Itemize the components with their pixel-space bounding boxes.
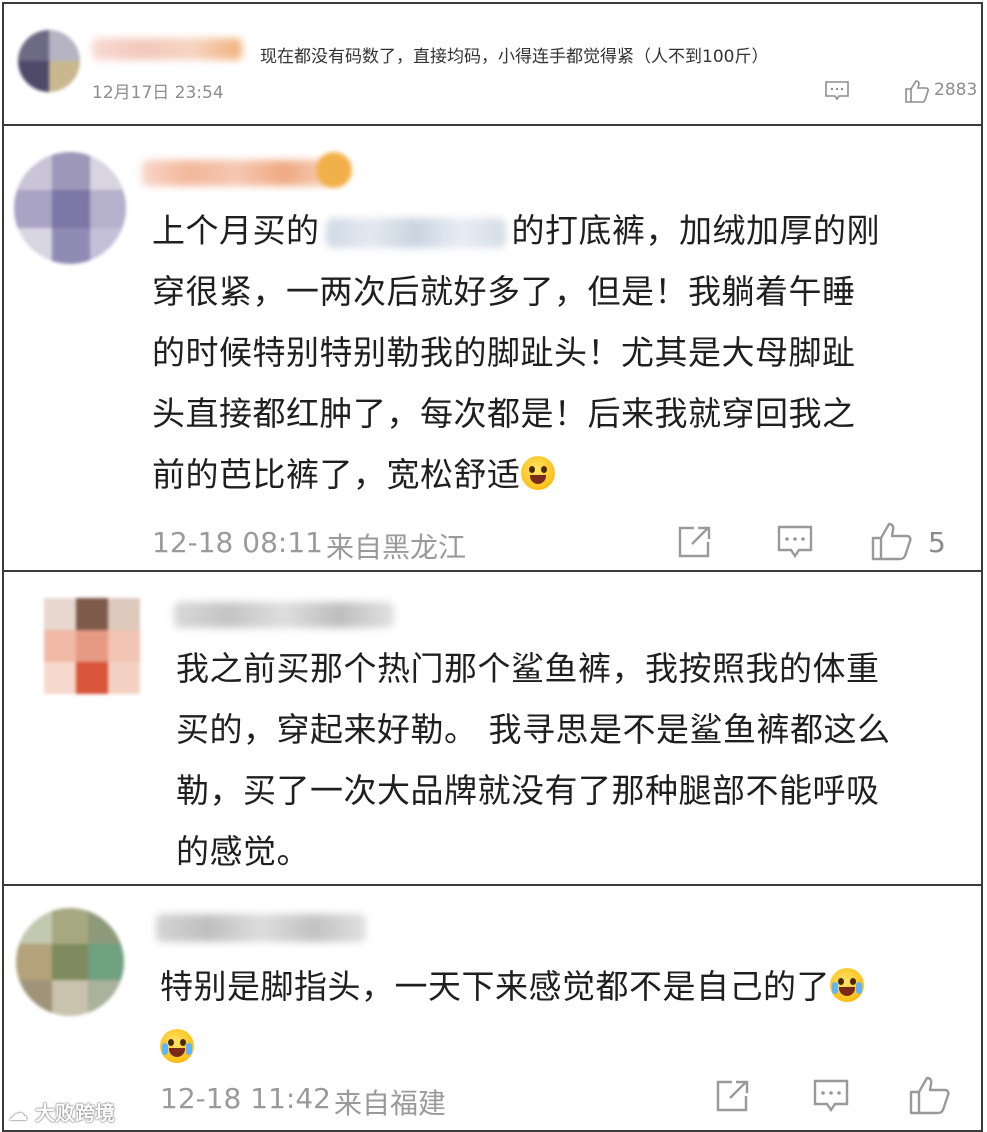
comment-line: 买的，穿起来好勒。 我寻思是不是鲨鱼裤都这么 — [176, 710, 891, 749]
like-count: 5 — [928, 526, 946, 559]
brand-name-blurred — [325, 217, 506, 248]
comment-card-1: 现在都没有码数了，直接均码，小得连手都觉得紧（人不到100斤） 12月17日 2… — [2, 2, 983, 126]
comment-icon[interactable] — [776, 524, 814, 560]
comment-card-4: 特别是脚指头，一天下来感觉都不是自己的了 12-18 11:42 来自福建 — [2, 884, 983, 1132]
comment-time: 12-18 08:11 — [152, 526, 323, 559]
watermark-text: 大败跨境 — [34, 1101, 115, 1125]
comment-body: 上个月买的 的打底裤，加绒加厚的刚 穿很紧，一两次后就好多了，但是！我躺着午睡 的… — [152, 200, 952, 505]
like-count: 2883 — [934, 80, 978, 100]
username-blurred[interactable] — [174, 602, 394, 628]
comment-card-3: 我之前买那个热门那个鲨鱼裤，我按照我的体重 买的，穿起来好勒。 我寻思是不是鲨鱼… — [2, 570, 983, 886]
comment-location: 来自黑龙江 — [326, 531, 467, 564]
comment-line: 穿很紧，一两次后就好多了，但是！我躺着午睡 — [152, 272, 856, 311]
comments-page: 现在都没有码数了，直接均码，小得连手都觉得紧（人不到100斤） 12月17日 2… — [0, 0, 987, 1132]
comment-line: 勒，买了一次大品牌就没有了那种腿部不能呼吸 — [176, 771, 880, 810]
comment-line: 上个月买的 — [152, 211, 320, 250]
comment-line: 的打底裤，加绒加厚的刚 — [511, 211, 880, 250]
comment-line: 特别是脚指头，一天下来感觉都不是自己的了 — [160, 967, 830, 1006]
username-blurred[interactable] — [92, 38, 242, 60]
comment-body: 特别是脚指头，一天下来感觉都不是自己的了 — [160, 956, 960, 1078]
comment-icon[interactable] — [824, 80, 850, 102]
comment-body: 我之前买那个热门那个鲨鱼裤，我按照我的体重 买的，穿起来好勒。 我寻思是不是鲨鱼… — [176, 638, 966, 882]
comment-line: 的感觉。 — [176, 832, 310, 871]
thumbs-up-icon[interactable] — [904, 78, 930, 104]
avatar[interactable] — [16, 908, 124, 1016]
comment-text: 现在都没有码数了，直接均码，小得连手都觉得紧（人不到100斤） — [260, 47, 769, 67]
avatar[interactable] — [44, 598, 140, 694]
comment-time: 12-18 11:42 — [160, 1082, 331, 1115]
avatar[interactable] — [14, 152, 126, 264]
weibo-logo-icon: ☁ — [8, 1101, 28, 1125]
comment-time: 12月17日 23:54 — [92, 83, 224, 103]
share-icon[interactable] — [714, 1078, 752, 1114]
comment-line: 的时候特别特别勒我的脚趾头！尤其是大母脚趾 — [152, 333, 856, 372]
laughing-tears-emoji — [160, 1029, 194, 1063]
comment-icon[interactable] — [812, 1078, 850, 1114]
user-badge-blurred — [316, 152, 352, 188]
comment-line: 我之前买那个热门那个鲨鱼裤，我按照我的体重 — [176, 649, 880, 688]
comment-line: 头直接都红肿了，每次都是！后来我就穿回我之 — [152, 394, 856, 433]
watermark: ☁ 大败跨境 — [8, 1097, 115, 1126]
avatar[interactable] — [18, 30, 80, 92]
comment-card-2: 上个月买的 的打底裤，加绒加厚的刚 穿很紧，一两次后就好多了，但是！我躺着午睡 的… — [2, 124, 983, 572]
thumbs-up-icon[interactable] — [870, 520, 914, 562]
comment-location: 来自福建 — [334, 1087, 447, 1120]
comment-line: 前的芭比裤了，宽松舒适 — [152, 455, 521, 494]
thumbs-up-icon[interactable] — [908, 1074, 952, 1116]
username-blurred[interactable] — [156, 914, 366, 942]
username-blurred[interactable] — [142, 160, 332, 186]
playful-face-emoji — [520, 456, 555, 490]
share-icon[interactable] — [676, 524, 714, 560]
laughing-tears-emoji — [830, 968, 864, 1002]
